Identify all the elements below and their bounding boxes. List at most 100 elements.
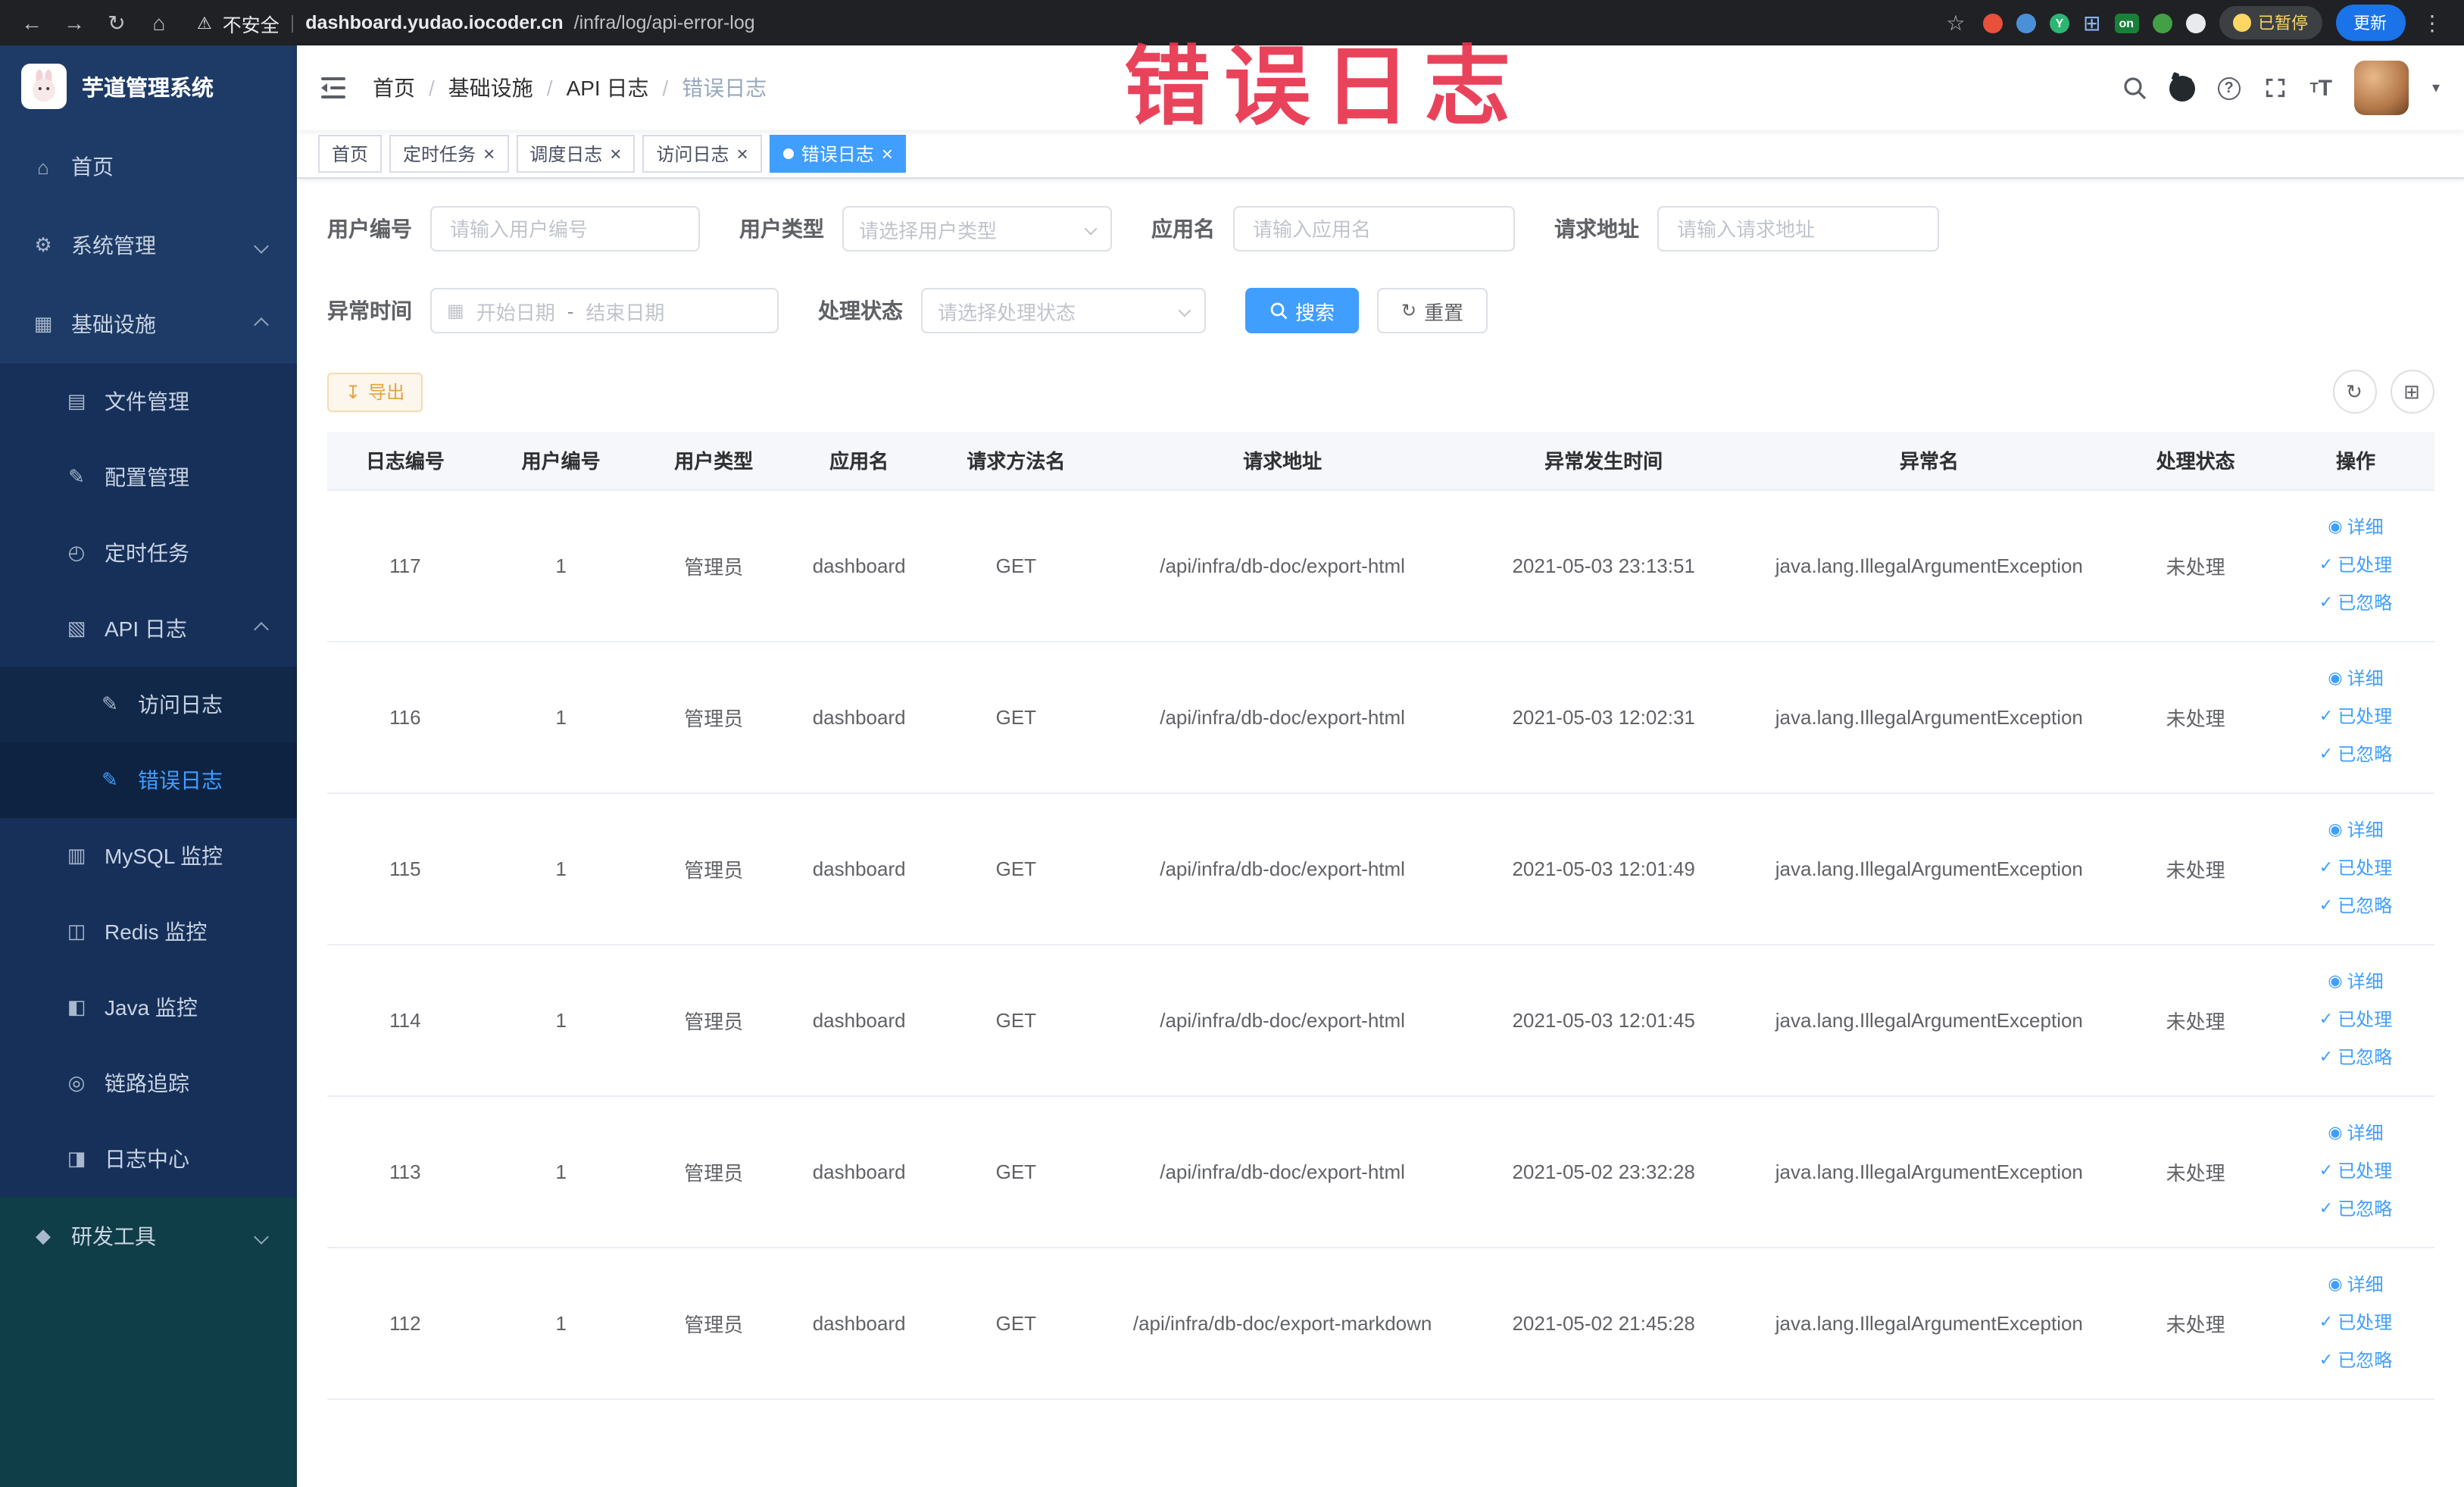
mark-processed-link[interactable]: ✓ 已处理 (2284, 849, 2428, 887)
paused-extension-badge[interactable]: 已暂停 (2219, 6, 2322, 39)
sidebar-item-mysql-monitor[interactable]: ▥ MySQL 监控 (0, 818, 297, 894)
breadcrumb-home[interactable]: 首页 (373, 73, 415, 103)
help-icon[interactable]: ? (2217, 77, 2241, 99)
search-icon[interactable] (2122, 76, 2147, 100)
sidebar-item-trace[interactable]: ◎ 链路追踪 (0, 1045, 297, 1121)
user-id-input[interactable] (430, 206, 700, 251)
sidebar-item-error-log[interactable]: ✎ 错误日志 (0, 742, 297, 818)
sidebar-item-scheduled-tasks[interactable]: ◴ 定时任务 (0, 515, 297, 591)
sidebar-item-label: 首页 (71, 155, 114, 179)
app-name-input[interactable] (1233, 206, 1515, 251)
eye-icon: ◉ (2328, 1123, 2343, 1142)
refresh-icon: ↻ (2346, 380, 2363, 402)
sidebar-item-system-management[interactable]: ⚙ 系统管理 (0, 206, 297, 285)
sidebar-item-api-log[interactable]: ▧ API 日志 (0, 591, 297, 667)
browser-home-icon[interactable]: ⌂ (145, 11, 173, 35)
sidebar-item-label: 错误日志 (138, 768, 223, 792)
back-icon[interactable]: ← (18, 11, 45, 35)
search-button[interactable]: 搜索 (1245, 288, 1360, 333)
sidebar-item-access-log[interactable]: ✎ 访问日志 (0, 667, 297, 742)
tab-home[interactable]: 首页 (318, 135, 383, 173)
cell-user-id: 1 (482, 1247, 639, 1399)
cell-method: GET (929, 792, 1103, 945)
detail-link[interactable]: ◉ 详细 (2284, 660, 2428, 698)
user-type-select[interactable]: 请选择用户类型 (842, 206, 1112, 251)
cell-actions: ◉ 详细 ✓ 已处理 ✓ 已忽略 (2278, 1095, 2434, 1248)
sidebar-item-redis-monitor[interactable]: ◫ Redis 监控 (0, 894, 297, 970)
tab-access-log[interactable]: 访问日志 × (642, 135, 762, 173)
detail-link[interactable]: ◉ 详细 (2284, 1266, 2428, 1304)
sidebar-item-log-center[interactable]: ◨ 日志中心 (0, 1121, 297, 1197)
extension-paw-icon[interactable] (2185, 13, 2205, 33)
extension-grid-icon[interactable]: ⊞ (2083, 10, 2100, 36)
cell-user-type: 管理员 (639, 1095, 789, 1248)
close-icon[interactable]: × (737, 144, 748, 164)
detail-link[interactable]: ◉ 详细 (2284, 963, 2428, 1001)
avatar[interactable] (2354, 61, 2409, 115)
sidebar-item-java-monitor[interactable]: ◧ Java 监控 (0, 970, 297, 1045)
browser-menu-icon[interactable]: ⋮ (2419, 10, 2446, 36)
bookmark-star-icon[interactable]: ☆ (1942, 10, 1969, 36)
extension-icon[interactable]: Y (2049, 13, 2069, 33)
process-status-select[interactable]: 请选择处理状态 (921, 288, 1206, 333)
extension-icon[interactable] (2152, 13, 2172, 33)
user-id-label: 用户编号 (327, 217, 412, 241)
mark-processed-link[interactable]: ✓ 已处理 (2284, 546, 2428, 584)
cell-actions: ◉ 详细 ✓ 已处理 ✓ 已忽略 (2278, 641, 2434, 793)
close-icon[interactable]: × (610, 144, 621, 164)
error-log-icon: ✎ (101, 768, 118, 791)
mark-ignored-link[interactable]: ✓ 已忽略 (2284, 584, 2428, 622)
close-icon[interactable]: × (882, 144, 893, 164)
breadcrumb-infrastructure[interactable]: 基础设施 (448, 73, 533, 103)
close-icon[interactable]: × (483, 144, 495, 164)
extension-on-badge[interactable]: on (2114, 13, 2138, 33)
cell-log-id: 115 (327, 792, 483, 945)
detail-link[interactable]: ◉ 详细 (2284, 811, 2428, 849)
export-button[interactable]: ↧ 导出 (327, 372, 423, 411)
detail-link[interactable]: ◉ 详细 (2284, 1114, 2428, 1152)
reset-button[interactable]: ↻ 重置 (1377, 288, 1488, 333)
search-button-label: 搜索 (1295, 301, 1335, 323)
cell-exception-name: java.lang.IllegalArgumentException (1744, 1247, 2114, 1399)
address-bar[interactable]: ⚠ 不安全 | dashboard.yudao.iocoder.cn/infra… (188, 8, 1927, 37)
sidebar-item-config-management[interactable]: ✎ 配置管理 (0, 439, 297, 515)
check-icon: ✓ (2319, 896, 2334, 914)
sidebar-item-dev-tools[interactable]: ◆ 研发工具 (0, 1197, 297, 1276)
reload-icon[interactable]: ↻ (103, 10, 130, 36)
mark-ignored-link[interactable]: ✓ 已忽略 (2284, 1342, 2428, 1379)
col-user-id: 用户编号 (482, 432, 639, 490)
fullscreen-icon[interactable] (2263, 76, 2288, 100)
tab-error-log[interactable]: 错误日志 × (769, 135, 907, 173)
detail-link[interactable]: ◉ 详细 (2284, 508, 2428, 546)
sidebar-item-file-management[interactable]: ▤ 文件管理 (0, 364, 297, 439)
tab-label: 错误日志 (801, 144, 874, 165)
mark-processed-link[interactable]: ✓ 已处理 (2284, 1152, 2428, 1190)
forward-icon[interactable]: → (61, 11, 88, 35)
mark-processed-link[interactable]: ✓ 已处理 (2284, 1304, 2428, 1342)
refresh-table-button[interactable]: ↻ (2332, 370, 2376, 414)
mark-ignored-link[interactable]: ✓ 已忽略 (2284, 1190, 2428, 1228)
cell-app-name: dashboard (789, 1247, 930, 1399)
column-settings-button[interactable]: ⊞ (2390, 370, 2434, 414)
browser-update-button[interactable]: 更新 (2335, 5, 2405, 41)
mark-ignored-link[interactable]: ✓ 已忽略 (2284, 1039, 2428, 1076)
request-url-input[interactable] (1657, 206, 1939, 251)
tab-schedule-log[interactable]: 调度日志 × (516, 135, 636, 173)
sidebar-toggle-icon[interactable] (321, 76, 348, 100)
extension-icon[interactable] (2016, 13, 2036, 33)
mark-ignored-link[interactable]: ✓ 已忽略 (2284, 736, 2428, 773)
tab-scheduled-tasks[interactable]: 定时任务 × (389, 135, 509, 173)
sidebar-item-home[interactable]: ⌂ 首页 (0, 127, 297, 206)
sidebar-item-infrastructure[interactable]: ▦ 基础设施 (0, 285, 297, 364)
breadcrumb-api-log[interactable]: API 日志 (567, 73, 649, 103)
redis-icon: ◫ (67, 920, 86, 942)
mark-processed-link[interactable]: ✓ 已处理 (2284, 1001, 2428, 1039)
mark-processed-link[interactable]: ✓ 已处理 (2284, 698, 2428, 736)
avatar-caret-icon[interactable]: ▾ (2432, 80, 2440, 96)
mark-ignored-link[interactable]: ✓ 已忽略 (2284, 887, 2428, 925)
font-size-icon[interactable]: TT (2310, 75, 2332, 101)
extension-icon[interactable] (1982, 13, 2003, 33)
github-icon[interactable] (2169, 75, 2195, 101)
exception-time-range-picker[interactable]: ▦ 开始日期 - 结束日期 (430, 288, 779, 333)
cell-user-id: 1 (482, 489, 639, 642)
